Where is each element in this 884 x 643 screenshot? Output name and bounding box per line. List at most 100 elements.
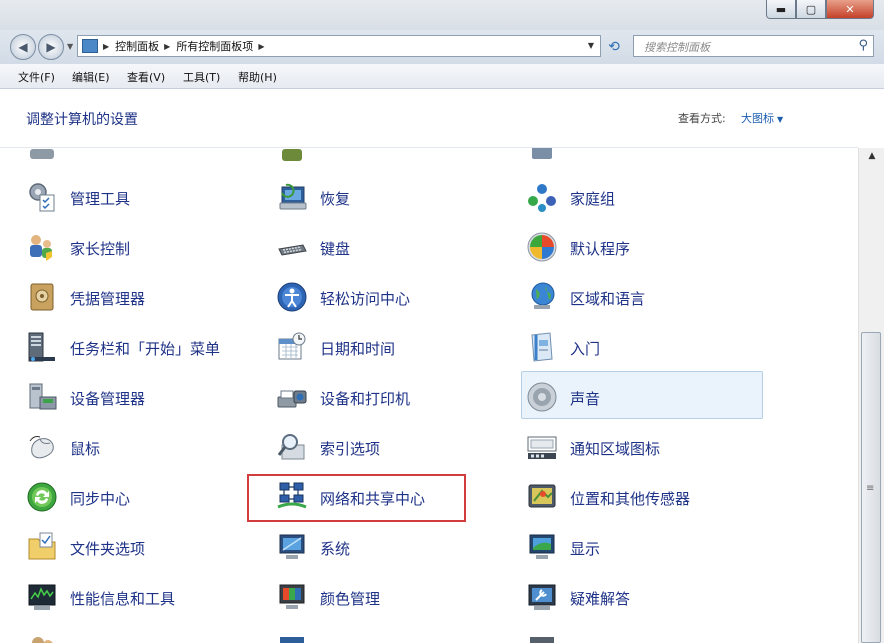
item-label: 设备管理器	[70, 390, 146, 408]
item-homegroup[interactable]: 家庭组	[526, 174, 766, 220]
date-time-icon	[278, 332, 306, 360]
location-sensors-icon	[528, 484, 556, 508]
item-troubleshooting[interactable]: 疑难解答	[526, 574, 766, 620]
item-device-manager[interactable]: 设备管理器	[26, 374, 266, 420]
item-indexing-options[interactable]: 索引选项	[276, 424, 516, 470]
refresh-button[interactable]: ⟲	[604, 37, 624, 57]
recent-pages-dropdown[interactable]: ▼	[67, 42, 73, 51]
power-icon	[282, 149, 302, 161]
item-date-time[interactable]: 日期和时间	[276, 324, 516, 370]
item-label: 颜色管理	[320, 590, 381, 608]
region-language-icon	[531, 282, 555, 309]
view-by-dropdown[interactable]: 大图标 ▼	[741, 110, 783, 126]
control-panel-icon	[82, 39, 98, 53]
desktop-gadgets-icon	[280, 637, 304, 643]
menu-bar: 文件(F) 编辑(E) 查看(V) 工具(T) 帮助(H)	[0, 64, 884, 89]
breadcrumb-separator-icon[interactable]: ▶	[258, 42, 264, 51]
item-admin-tools[interactable]: 管理工具	[26, 174, 266, 220]
minimize-icon: ▬	[775, 2, 787, 16]
highlight-box	[247, 474, 466, 522]
search-input[interactable]	[642, 37, 846, 58]
item-system[interactable]: 系统	[276, 524, 516, 570]
breadcrumb-separator-icon[interactable]: ▶	[164, 42, 170, 51]
forward-button[interactable]: ▶	[38, 34, 64, 60]
back-button[interactable]: ◀	[10, 34, 36, 60]
item-getting-started[interactable]: 入门	[526, 324, 766, 370]
display-icon	[529, 534, 555, 559]
minimize-button[interactable]: ▬	[766, 0, 796, 19]
list-item-partial[interactable]	[526, 624, 766, 643]
list-item-partial[interactable]	[276, 624, 516, 643]
item-performance[interactable]: 性能信息和工具	[26, 574, 266, 620]
address-bar[interactable]: ▶ 控制面板 ▶ 所有控制面板项 ▶ ▼	[77, 35, 601, 57]
indexing-options-icon	[277, 434, 305, 460]
ease-of-access-icon	[277, 282, 307, 312]
menu-help[interactable]: 帮助(H)	[238, 69, 277, 85]
search-box[interactable]: ⚲	[633, 35, 874, 58]
item-folder-options[interactable]: 文件夹选项	[26, 524, 266, 570]
item-notification-area[interactable]: 通知区域图标	[526, 424, 766, 470]
item-credential-manager[interactable]: 凭据管理器	[26, 274, 266, 320]
item-default-programs[interactable]: 默认程序	[526, 224, 766, 270]
mouse-icon	[29, 436, 54, 459]
list-item-partial[interactable]	[276, 148, 516, 174]
item-parental-controls[interactable]: 家长控制	[26, 224, 266, 270]
power-options-icon	[30, 149, 54, 159]
keyboard-icon	[278, 244, 307, 256]
breadcrumb-control-panel[interactable]: 控制面板	[115, 38, 159, 54]
sync-center-icon	[27, 482, 57, 512]
scroll-thumb[interactable]: ≡	[861, 332, 881, 643]
menu-tools[interactable]: 工具(T)	[183, 69, 220, 85]
list-item-partial[interactable]	[26, 148, 266, 174]
item-label: 索引选项	[320, 440, 381, 458]
item-ease-of-access[interactable]: 轻松访问中心	[276, 274, 516, 320]
device-manager-icon	[29, 383, 57, 410]
item-label: 鼠标	[70, 440, 101, 458]
item-keyboard[interactable]: 键盘	[276, 224, 516, 270]
item-devices-printers[interactable]: 设备和打印机	[276, 374, 516, 420]
item-label: 默认程序	[570, 240, 631, 258]
menu-file[interactable]: 文件(F)	[18, 69, 55, 85]
breadcrumb-separator-icon[interactable]: ▶	[103, 42, 109, 51]
item-label: 位置和其他传感器	[570, 490, 691, 508]
maximize-button[interactable]: ▢	[796, 0, 826, 19]
admin-tools-icon	[29, 183, 55, 212]
scroll-up-button[interactable]: ▲	[859, 148, 884, 165]
address-dropdown-icon[interactable]: ▼	[588, 41, 594, 50]
item-sound[interactable]: 声音	[521, 371, 766, 420]
item-region-language[interactable]: 区域和语言	[526, 274, 766, 320]
item-label: 性能信息和工具	[70, 590, 176, 608]
forward-arrow-icon: ▶	[46, 40, 56, 54]
item-mouse[interactable]: 鼠标	[26, 424, 266, 470]
view-by-value: 大图标	[741, 112, 774, 125]
item-display[interactable]: 显示	[526, 524, 766, 570]
item-label: 显示	[570, 540, 601, 558]
item-label: 轻松访问中心	[320, 290, 411, 308]
taskbar-icon	[28, 332, 55, 362]
item-label: 通知区域图标	[570, 440, 661, 458]
item-label: 键盘	[320, 240, 351, 258]
chevron-up-icon: ▲	[868, 151, 876, 161]
menu-edit[interactable]: 编辑(E)	[72, 69, 110, 85]
search-icon[interactable]: ⚲	[858, 38, 868, 53]
item-recovery[interactable]: 恢复	[276, 174, 516, 220]
vertical-scrollbar[interactable]: ▲ ≡	[858, 148, 884, 643]
devices-printers-icon	[277, 390, 307, 408]
chevron-down-icon: ▼	[777, 115, 784, 124]
list-item-partial[interactable]	[526, 148, 766, 174]
item-label: 凭据管理器	[70, 290, 146, 308]
item-color-management[interactable]: 颜色管理	[276, 574, 516, 620]
view-by-label: 查看方式:	[678, 112, 726, 125]
item-taskbar[interactable]: 任务栏和「开始」菜单	[26, 324, 266, 370]
grip-icon: ≡	[866, 483, 875, 494]
item-sync-center[interactable]: 同步中心	[26, 474, 266, 520]
item-label: 家长控制	[70, 240, 131, 258]
item-location-sensors[interactable]: 位置和其他传感器	[526, 474, 766, 520]
autoplay-icon	[530, 637, 554, 643]
list-item-partial[interactable]	[26, 624, 266, 643]
close-button[interactable]: ✕	[826, 0, 874, 19]
navigation-bar: ◀ ▶ ▼ ▶ 控制面板 ▶ 所有控制面板项 ▶ ▼ ⟲ ⚲	[0, 30, 884, 64]
notification-area-icon	[527, 436, 557, 459]
breadcrumb-all-items[interactable]: 所有控制面板项	[176, 38, 253, 54]
menu-view[interactable]: 查看(V)	[127, 69, 165, 85]
